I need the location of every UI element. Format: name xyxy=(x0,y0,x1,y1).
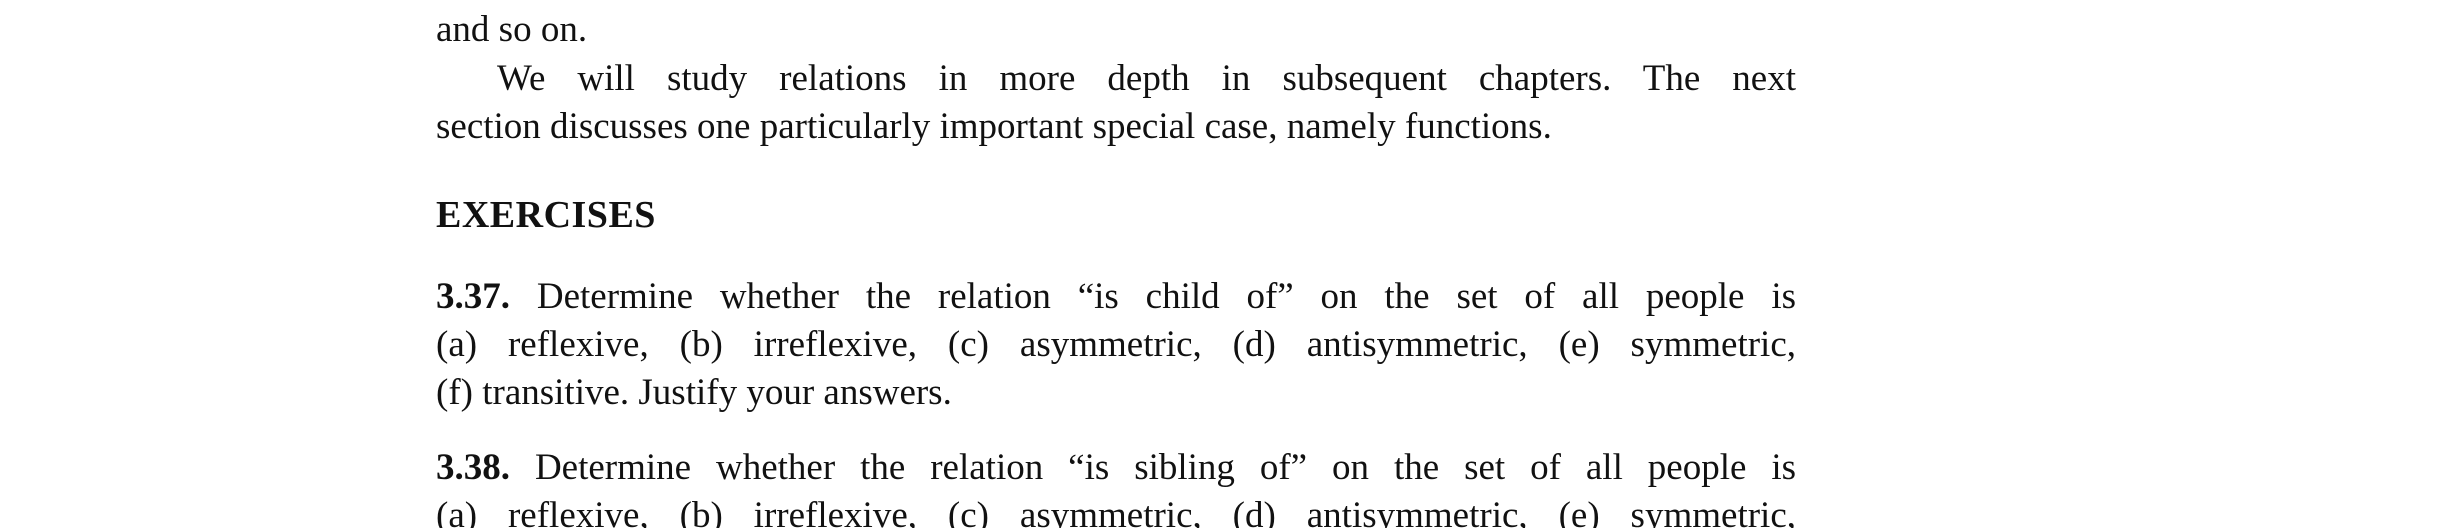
exercise-text: (a) reflexive, (b) irreflexive, (c) asym… xyxy=(436,495,1796,528)
exercise-number: 3.37. xyxy=(436,276,510,317)
document-page: and so on. We will study relations in mo… xyxy=(0,0,2448,528)
exercise-3-37: 3.37. Determine whether the relation “is… xyxy=(436,273,1796,417)
exercise-text: Determine whether the relation “is child… xyxy=(536,276,1796,317)
section-heading: EXERCISES xyxy=(436,194,656,236)
paragraph-line: section discusses one particularly impor… xyxy=(436,106,1552,147)
exercise-number: 3.38. xyxy=(436,447,510,488)
body-paragraph: We will study relations in more depth in… xyxy=(436,55,1796,151)
previous-paragraph: and so on. xyxy=(436,6,1796,54)
exercise-text: (a) reflexive, (b) irreflexive, (c) asym… xyxy=(436,324,1796,365)
exercise-text: (f) transitive. Justify your answers. xyxy=(436,372,952,413)
exercise-text: Determine whether the relation “is sibli… xyxy=(534,447,1797,488)
paragraph-line: and so on. xyxy=(436,9,588,50)
paragraph-line: We will study relations in more depth in… xyxy=(497,58,1796,99)
exercise-3-38: 3.38. Determine whether the relation “is… xyxy=(436,444,1796,528)
